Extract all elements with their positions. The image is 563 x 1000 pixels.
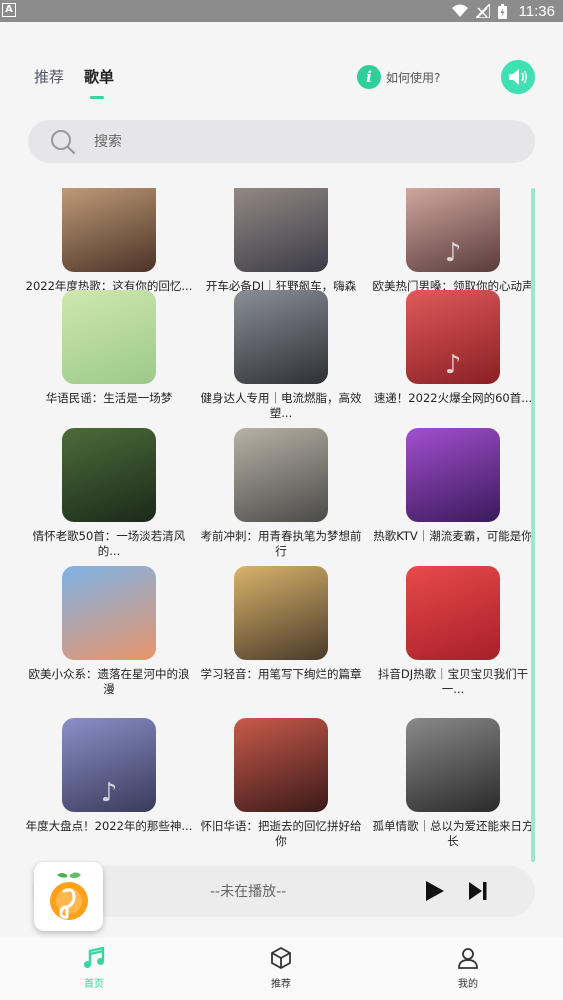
playlist-cover-image bbox=[406, 428, 500, 522]
top-tabs: 推荐 歌单 bbox=[34, 66, 115, 99]
speaker-icon bbox=[509, 69, 527, 85]
nav-label: 我的 bbox=[458, 979, 478, 990]
playlist-card[interactable]: 抖音DJ热歌｜宝贝宝贝我们干一... bbox=[367, 566, 539, 697]
search-input[interactable] bbox=[94, 120, 514, 163]
playlist-cover-image bbox=[234, 718, 328, 812]
playlist-card[interactable]: 健身达人专用｜电流燃脂，高效塑... bbox=[195, 290, 367, 421]
cube-icon bbox=[271, 947, 291, 969]
playlist-card[interactable]: 怀旧华语：把逝去的回忆拼好给你 bbox=[195, 718, 367, 849]
nav-mine[interactable]: 我的 bbox=[428, 946, 508, 990]
playlist-title: 热歌KTV｜潮流麦霸，可能是你 bbox=[373, 529, 533, 543]
next-track-icon[interactable] bbox=[468, 881, 488, 901]
playlist-card[interactable]: 情怀老歌50首：一场淡若清风的... bbox=[23, 428, 195, 559]
active-tab-indicator bbox=[90, 96, 105, 99]
tiktok-logo-icon: ♪ bbox=[100, 778, 118, 808]
playlist-card[interactable]: ♪ 年度大盘点！2022年的那些神... bbox=[23, 718, 195, 834]
clock: 11:36 bbox=[518, 2, 555, 20]
wifi-icon bbox=[451, 4, 468, 17]
playlist-card[interactable]: 孤单情歌｜总以为爱还能来日方长 bbox=[367, 718, 539, 849]
how-to-use-label: 如何使用? bbox=[386, 70, 441, 85]
player-status: --未在播放-- bbox=[210, 884, 287, 900]
accessibility-notification-icon: A bbox=[2, 3, 16, 17]
orange-music-logo-icon bbox=[49, 872, 88, 920]
playlist-card[interactable]: 考前冲刺：用青春执笔为梦想前行 bbox=[195, 428, 367, 559]
scrollbar[interactable] bbox=[531, 188, 535, 862]
nav-recommend[interactable]: 推荐 bbox=[241, 946, 321, 990]
playlist-cover-image bbox=[234, 188, 328, 272]
playlist-grid-container[interactable]: 2022年度热歌：这有你的回忆...开车必备DJ｜狂野飙车，嗨森不...♪欧美热… bbox=[0, 188, 563, 862]
music-note-icon bbox=[84, 947, 105, 968]
playlist-title: 情怀老歌50首：一场淡若清风的... bbox=[32, 529, 186, 558]
info-icon: i bbox=[357, 65, 381, 89]
playlist-title: 怀旧华语：把逝去的回忆拼好给你 bbox=[200, 819, 362, 848]
playlist-cover-image bbox=[234, 290, 328, 384]
status-bar: A 11:36 bbox=[0, 0, 563, 22]
playlist-title: 速递！2022火爆全网的60首... bbox=[373, 391, 533, 405]
playlist-card[interactable]: 华语民谣：生活是一场梦 bbox=[23, 290, 195, 406]
tab-label: 歌单 bbox=[84, 68, 115, 86]
playlist-title: 学习轻音：用笔写下绚烂的篇章 bbox=[200, 667, 362, 681]
playlist-cover-image bbox=[234, 428, 328, 522]
user-icon bbox=[458, 948, 478, 969]
playlist-cover-image bbox=[406, 566, 500, 660]
playlist-title: 健身达人专用｜电流燃脂，高效塑... bbox=[200, 391, 362, 420]
battery-icon bbox=[497, 3, 507, 19]
playlist-card[interactable]: ♪ 速递！2022火爆全网的60首... bbox=[367, 290, 539, 406]
tiktok-logo-icon: ♪ bbox=[444, 350, 462, 380]
playlist-card[interactable]: 热歌KTV｜潮流麦霸，可能是你 bbox=[367, 428, 539, 544]
playlist-cover-image bbox=[406, 718, 500, 812]
playlist-cover-image bbox=[62, 290, 156, 384]
tab-playlists[interactable]: 歌单 bbox=[84, 66, 115, 99]
playlist-cover-image: ♪ bbox=[62, 718, 156, 812]
playlist-cover-image: ♪ bbox=[406, 188, 500, 272]
nav-label: 首页 bbox=[84, 979, 104, 990]
playlist-title: 年度大盘点！2022年的那些神... bbox=[25, 819, 193, 833]
how-to-use-link[interactable]: i 如何使用? bbox=[357, 65, 440, 89]
playlist-cover-image: ♪ bbox=[406, 290, 500, 384]
search-icon bbox=[51, 130, 76, 155]
play-icon[interactable] bbox=[425, 880, 445, 902]
sound-button[interactable] bbox=[501, 60, 535, 94]
playlist-title: 华语民谣：生活是一场梦 bbox=[45, 391, 173, 405]
playlist-title: 欧美小众系：遗落在星河中的浪漫 bbox=[28, 667, 190, 696]
playlist-title: 孤单情歌｜总以为爱还能来日方长 bbox=[372, 819, 534, 848]
tab-recommend[interactable]: 推荐 bbox=[34, 66, 64, 87]
playlist-card[interactable]: 欧美小众系：遗落在星河中的浪漫 bbox=[23, 566, 195, 697]
signal-icon bbox=[475, 4, 490, 18]
playlist-cover-image bbox=[62, 188, 156, 272]
app-logo[interactable] bbox=[34, 862, 103, 931]
playlist-card[interactable]: 学习轻音：用笔写下绚烂的篇章 bbox=[195, 566, 367, 682]
playlist-title: 抖音DJ热歌｜宝贝宝贝我们干一... bbox=[377, 667, 529, 696]
mini-player[interactable]: --未在播放-- bbox=[32, 866, 535, 917]
search-bar[interactable] bbox=[28, 120, 535, 163]
tiktok-logo-icon: ♪ bbox=[444, 238, 462, 268]
playlist-cover-image bbox=[62, 428, 156, 522]
playlist-cover-image bbox=[62, 566, 156, 660]
playlist-cover-image bbox=[234, 566, 328, 660]
tab-label: 推荐 bbox=[34, 68, 65, 86]
bottom-navigation: 首页 推荐 我的 bbox=[0, 938, 563, 1000]
nav-home[interactable]: 首页 bbox=[54, 946, 134, 990]
playlist-card[interactable]: 2022年度热歌：这有你的回忆... bbox=[23, 188, 195, 294]
nav-label: 推荐 bbox=[271, 979, 291, 990]
playlist-title: 考前冲刺：用青春执笔为梦想前行 bbox=[200, 529, 362, 558]
